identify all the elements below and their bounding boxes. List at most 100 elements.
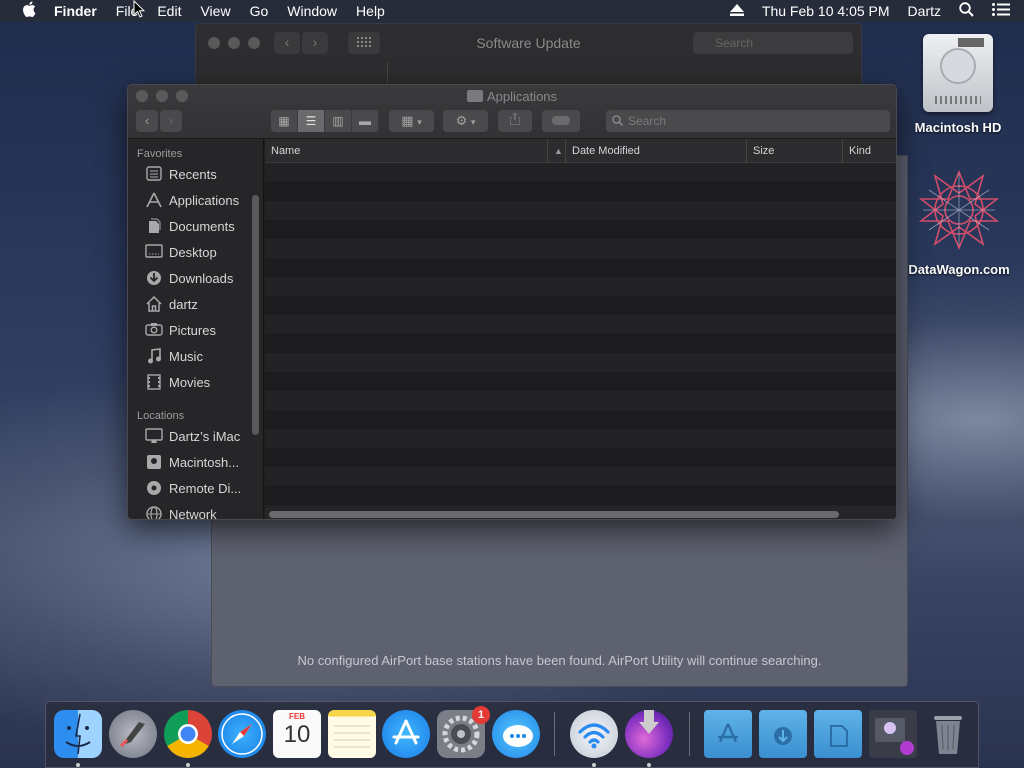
airport-status-message: No configured AirPort base stations have…: [297, 653, 822, 668]
folder-icon: [466, 90, 483, 102]
dock-safari-icon[interactable]: [218, 710, 266, 758]
menu-go[interactable]: Go: [250, 3, 269, 19]
downloads-icon: [145, 270, 163, 286]
horizontal-scrollbar[interactable]: [265, 507, 896, 519]
sidebar-item-home[interactable]: dartz: [128, 291, 263, 317]
sidebar-item-remote-disc[interactable]: Remote Di...: [128, 475, 263, 501]
dock-calendar-icon[interactable]: FEB 10: [273, 710, 321, 758]
sidebar-item-documents[interactable]: Documents: [128, 213, 263, 239]
back-button[interactable]: ‹: [136, 110, 158, 132]
column-header-kind[interactable]: Kind: [842, 139, 896, 163]
sidebar-item-imac[interactable]: Dartz’s iMac: [128, 423, 263, 449]
sidebar-item-movies[interactable]: Movies: [128, 369, 263, 395]
sidebar-item-downloads[interactable]: Downloads: [128, 265, 263, 291]
search-input[interactable]: Search: [606, 110, 890, 132]
menu-view[interactable]: View: [200, 3, 230, 19]
calendar-month: FEB: [289, 712, 305, 721]
file-list[interactable]: Name ▲ Date Modified Size Kind: [265, 139, 896, 519]
column-header-date-modified[interactable]: Date Modified: [565, 139, 746, 163]
dock-downloads-folder-icon[interactable]: [759, 710, 807, 758]
group-by-button[interactable]: ▦ ▾: [389, 110, 434, 132]
music-icon: [145, 348, 163, 364]
dock-applications-folder-icon[interactable]: [704, 710, 752, 758]
sidebar-item-desktop[interactable]: Desktop: [128, 239, 263, 265]
datawagon-logo-icon: [918, 169, 1000, 251]
menubar-user[interactable]: Dartz: [908, 3, 941, 19]
running-indicator: [76, 763, 80, 767]
sidebar-item-network[interactable]: Network: [128, 501, 263, 519]
applications-icon: [145, 192, 163, 208]
finder-window[interactable]: Applications ‹ › ▦ ☰ ▥ ▬ ▦ ▾ ⚙ ▾ Search …: [127, 84, 897, 520]
dock-installer-icon[interactable]: [625, 710, 673, 758]
search-icon: [612, 110, 624, 133]
window-title: Applications: [128, 89, 896, 104]
mouse-pointer-icon: [133, 0, 146, 23]
dock-separator: [689, 712, 690, 756]
column-headers: Name ▲ Date Modified Size Kind: [265, 139, 896, 163]
icon-view-button[interactable]: ▦: [271, 110, 298, 132]
edit-tags-button[interactable]: [542, 110, 580, 132]
sidebar-scrollbar[interactable]: [252, 195, 259, 435]
forward-button[interactable]: ›: [160, 110, 182, 132]
gallery-view-button[interactable]: ▬: [352, 110, 379, 132]
dock-documents-folder-icon[interactable]: [814, 710, 862, 758]
desktop-icon-label: DataWagon.com: [908, 262, 1010, 277]
menu-finder[interactable]: Finder: [54, 3, 97, 19]
chevron-down-icon: ▾: [470, 117, 476, 127]
sidebar-item-music[interactable]: Music: [128, 343, 263, 369]
finder-sidebar: Favorites Recents Applications Documents…: [128, 139, 264, 519]
gear-icon: ⚙: [455, 113, 468, 128]
sidebar-item-recents[interactable]: Recents: [128, 161, 263, 187]
imac-icon: [145, 428, 163, 444]
pictures-icon: [145, 322, 163, 338]
dock-trash-icon[interactable]: [924, 710, 972, 758]
desktop-icon-datawagon[interactable]: DataWagon.com: [900, 169, 1018, 277]
column-header-size[interactable]: Size: [746, 139, 842, 163]
movies-icon: [145, 374, 163, 390]
eject-icon[interactable]: [729, 3, 744, 19]
horizontal-scrollbar-thumb[interactable]: [269, 511, 839, 518]
menubar-clock[interactable]: Thu Feb 10 4:05 PM: [762, 3, 890, 19]
network-icon: [145, 506, 163, 519]
sidebar-item-applications[interactable]: Applications: [128, 187, 263, 213]
column-header-name[interactable]: Name: [265, 139, 565, 163]
desktop-icon-macintosh-hd[interactable]: Macintosh HD: [906, 34, 1010, 135]
sidebar-heading-locations: Locations: [137, 410, 185, 422]
dock-messages-icon[interactable]: [492, 710, 540, 758]
dock-separator: [554, 712, 555, 756]
spotlight-search-icon[interactable]: [959, 2, 974, 20]
sidebar-item-pictures[interactable]: Pictures: [128, 317, 263, 343]
running-indicator: [592, 763, 596, 767]
menu-bar: Finder File Edit View Go Window Help Thu…: [0, 0, 1024, 22]
dock-app-store-icon[interactable]: [382, 710, 430, 758]
remote-disc-icon: [145, 480, 163, 496]
menu-help[interactable]: Help: [356, 3, 385, 19]
chevron-down-icon: ▾: [417, 117, 422, 127]
dock-system-preferences-icon[interactable]: 1: [437, 706, 490, 758]
search-input[interactable]: Search: [693, 32, 853, 54]
dock-launchpad-icon[interactable]: [109, 710, 157, 758]
share-button[interactable]: [498, 110, 532, 132]
documents-icon: [145, 218, 163, 234]
dock-installer-package-icon[interactable]: [869, 710, 917, 758]
hard-drive-icon: [923, 34, 993, 112]
notification-center-icon[interactable]: [992, 3, 1010, 19]
desktop-icon: [145, 244, 163, 260]
dock-notes-icon[interactable]: [328, 710, 376, 758]
dock-chrome-icon[interactable]: [164, 710, 212, 758]
sidebar-item-macintosh-hd[interactable]: Macintosh...: [128, 449, 263, 475]
running-indicator: [647, 763, 651, 767]
list-view-button[interactable]: ☰: [298, 110, 325, 132]
apple-menu-icon[interactable]: [18, 1, 40, 21]
column-view-button[interactable]: ▥: [325, 110, 352, 132]
dock-airport-utility-icon[interactable]: [570, 710, 618, 758]
menu-window[interactable]: Window: [287, 3, 337, 19]
action-gear-button[interactable]: ⚙ ▾: [443, 110, 488, 132]
running-indicator: [186, 763, 190, 767]
sort-ascending-icon: ▲: [547, 139, 563, 163]
finder-toolbar: Applications ‹ › ▦ ☰ ▥ ▬ ▦ ▾ ⚙ ▾ Search: [128, 85, 896, 139]
desktop-icon-label: Macintosh HD: [914, 120, 1002, 135]
calendar-day: 10: [283, 721, 311, 748]
dock-finder-icon[interactable]: [54, 710, 102, 758]
menu-edit[interactable]: Edit: [157, 3, 181, 19]
